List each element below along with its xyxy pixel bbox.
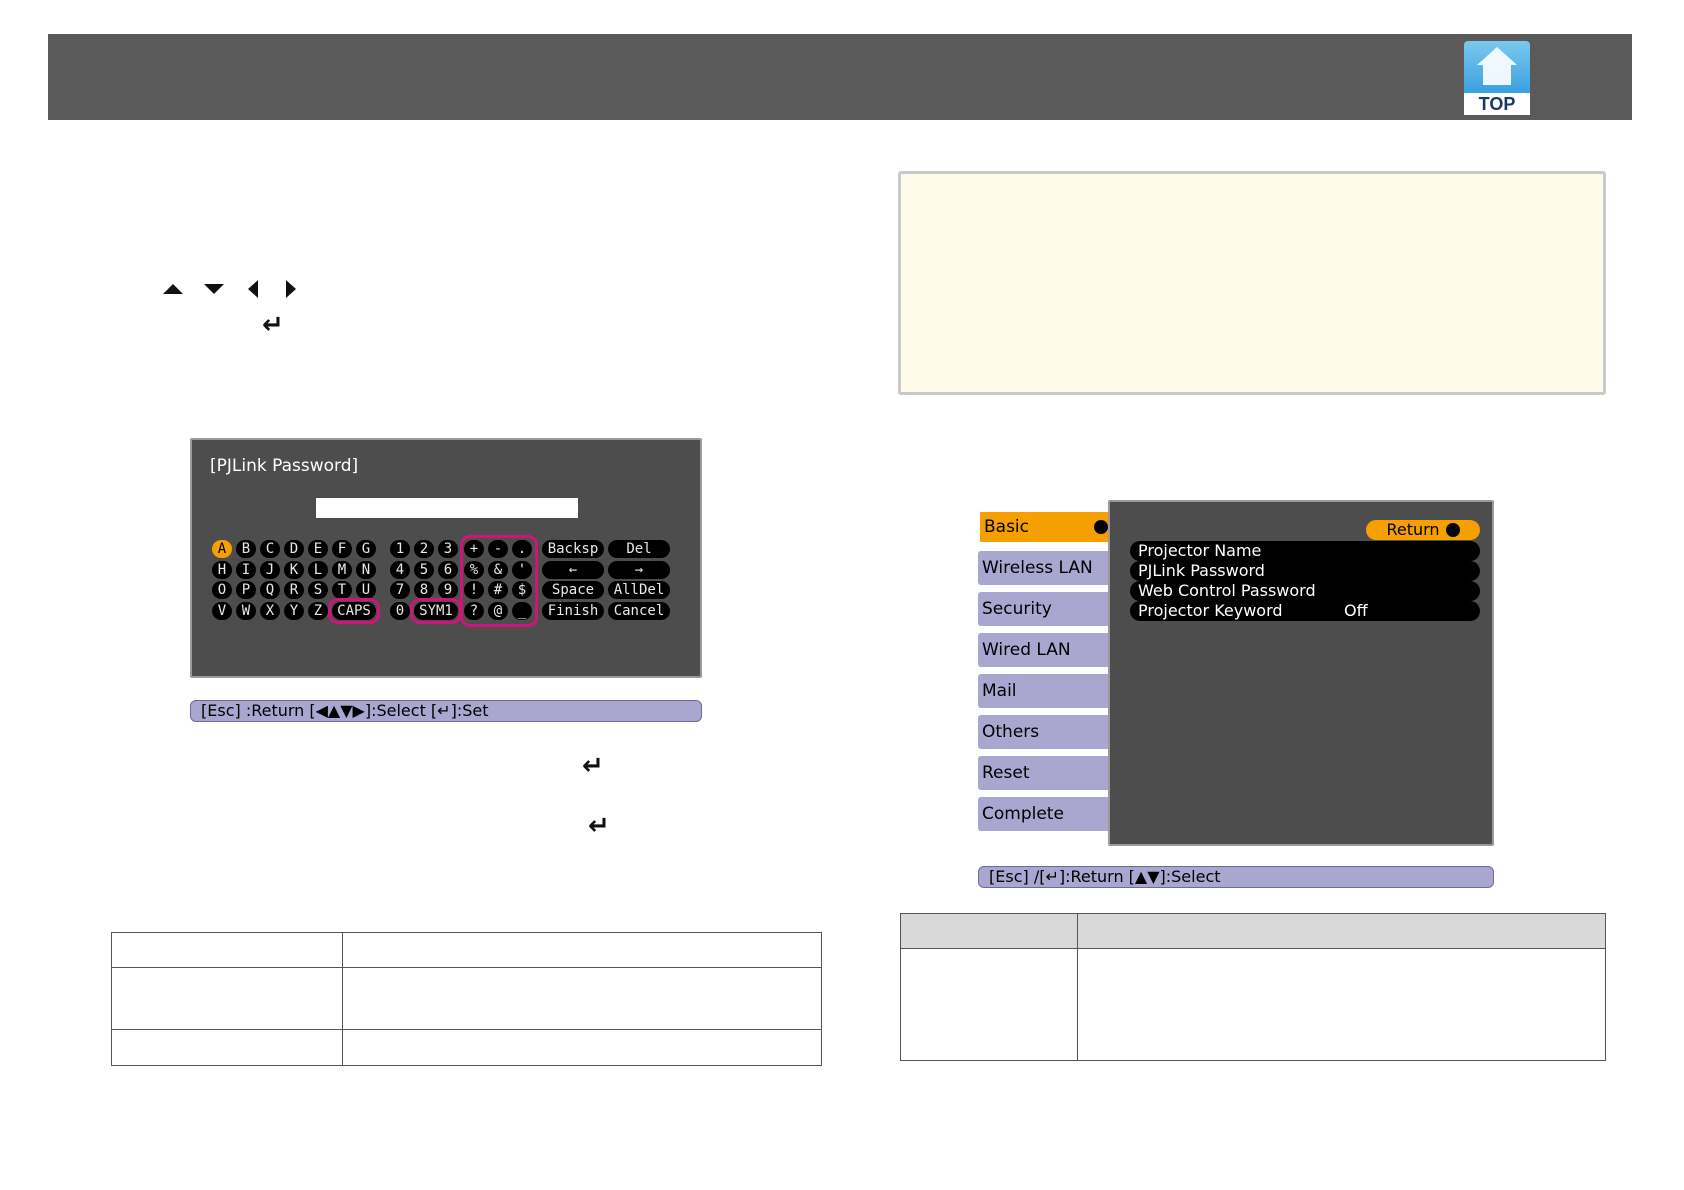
key-6[interactable]: 6 — [438, 561, 458, 579]
menu-item-web-control-password[interactable]: Web Control Password — [1130, 581, 1480, 601]
table-cell — [111, 932, 343, 968]
key-l[interactable]: L — [308, 561, 328, 579]
tab-reset[interactable]: Reset — [978, 756, 1116, 790]
key-0[interactable]: 0 — [390, 602, 410, 620]
tab-wired-lan[interactable]: Wired LAN — [978, 633, 1116, 667]
key-2[interactable]: 2 — [414, 540, 434, 558]
symbol-keys-highlight — [460, 535, 538, 627]
left-table — [111, 932, 822, 1066]
tab-wireless-lan[interactable]: Wireless LAN — [978, 551, 1116, 585]
key-finish[interactable]: Finish — [542, 602, 604, 620]
table-cell — [342, 967, 822, 1030]
note-box — [898, 171, 1606, 395]
keyboard-help-bar: [Esc] :Return [◀▲▼▶]:Select [↵]:Set — [190, 700, 702, 722]
menu-panel: Return Projector Name PJLink Password Web … — [1108, 500, 1494, 846]
key-z[interactable]: Z — [308, 602, 328, 620]
table-cell — [900, 948, 1078, 1061]
enter-icon: ↵ — [262, 310, 284, 340]
key-c[interactable]: C — [260, 540, 280, 558]
key-space[interactable]: Space — [542, 581, 604, 599]
key-5[interactable]: 5 — [414, 561, 434, 579]
right-table — [900, 913, 1606, 1061]
up-arrow-icon — [163, 284, 183, 294]
dialog-title: [PJLink Password] — [210, 456, 359, 476]
tab-others[interactable]: Others — [978, 715, 1116, 749]
sym1-key-highlight — [410, 598, 462, 624]
pjlink-password-dialog: [PJLink Password] A B C D E F G 1 2 3 + -. H I J K L M N 4 5… — [190, 438, 702, 678]
table-cell — [111, 1029, 343, 1066]
right-arrow-icon — [286, 280, 296, 298]
key-del[interactable]: Del — [608, 540, 670, 558]
key-t[interactable]: T — [332, 581, 352, 599]
table-cell — [1077, 948, 1606, 1061]
home-icon — [1477, 47, 1517, 65]
key-d[interactable]: D — [284, 540, 304, 558]
return-button[interactable]: Return — [1366, 520, 1480, 540]
key-g[interactable]: G — [356, 540, 376, 558]
key-4[interactable]: 4 — [390, 561, 410, 579]
key-alldel[interactable]: AllDel — [608, 581, 670, 599]
key-3[interactable]: 3 — [438, 540, 458, 558]
menu-item-projector-keyword[interactable]: Projector Keyword Off — [1130, 601, 1480, 621]
key-cancel[interactable]: Cancel — [608, 602, 670, 620]
top-logo-button[interactable]: TOP — [1464, 41, 1530, 115]
menu-help-bar: [Esc] /[↵]:Return [▲▼]:Select — [978, 866, 1494, 888]
key-h[interactable]: H — [212, 561, 232, 579]
table-header-cell — [900, 913, 1078, 949]
key-j[interactable]: J — [260, 561, 280, 579]
tab-security[interactable]: Security — [978, 592, 1116, 626]
key-p[interactable]: P — [236, 581, 256, 599]
key-y[interactable]: Y — [284, 602, 304, 620]
enter-icon — [1445, 523, 1460, 537]
key-r[interactable]: R — [284, 581, 304, 599]
key-w[interactable]: W — [236, 602, 256, 620]
top-label: TOP — [1464, 93, 1530, 115]
left-arrow-icon — [248, 280, 258, 298]
key-i[interactable]: I — [236, 561, 256, 579]
key-v[interactable]: V — [212, 602, 232, 620]
key-a[interactable]: A — [212, 540, 232, 558]
key-[interactable]: → — [608, 561, 670, 579]
tab-basic[interactable]: Basic — [978, 510, 1116, 544]
menu-item-projector-name[interactable]: Projector Name — [1130, 541, 1480, 561]
header-bar — [48, 34, 1632, 120]
key-o[interactable]: O — [212, 581, 232, 599]
key-[interactable]: ← — [542, 561, 604, 579]
key-7[interactable]: 7 — [390, 581, 410, 599]
key-s[interactable]: S — [308, 581, 328, 599]
key-x[interactable]: X — [260, 602, 280, 620]
key-q[interactable]: Q — [260, 581, 280, 599]
tab-complete[interactable]: Complete — [978, 797, 1116, 831]
key-1[interactable]: 1 — [390, 540, 410, 558]
key-9[interactable]: 9 — [438, 581, 458, 599]
enter-icon: ↵ — [582, 751, 604, 781]
key-b[interactable]: B — [236, 540, 256, 558]
key-k[interactable]: K — [284, 561, 304, 579]
key-e[interactable]: E — [308, 540, 328, 558]
table-cell — [111, 967, 343, 1030]
key-f[interactable]: F — [332, 540, 352, 558]
down-arrow-icon — [204, 284, 224, 294]
table-cell — [342, 1029, 822, 1066]
key-backsp[interactable]: Backsp — [542, 540, 604, 558]
key-8[interactable]: 8 — [414, 581, 434, 599]
table-header-cell — [1077, 913, 1606, 949]
table-cell — [342, 932, 822, 968]
key-u[interactable]: U — [356, 581, 376, 599]
enter-icon — [1094, 520, 1108, 534]
tab-mail[interactable]: Mail — [978, 674, 1116, 708]
password-input[interactable] — [316, 498, 578, 518]
menu-item-pjlink-password[interactable]: PJLink Password — [1130, 561, 1480, 581]
enter-icon: ↵ — [588, 811, 610, 841]
caps-key-highlight — [328, 598, 380, 624]
key-m[interactable]: M — [332, 561, 352, 579]
key-n[interactable]: N — [356, 561, 376, 579]
